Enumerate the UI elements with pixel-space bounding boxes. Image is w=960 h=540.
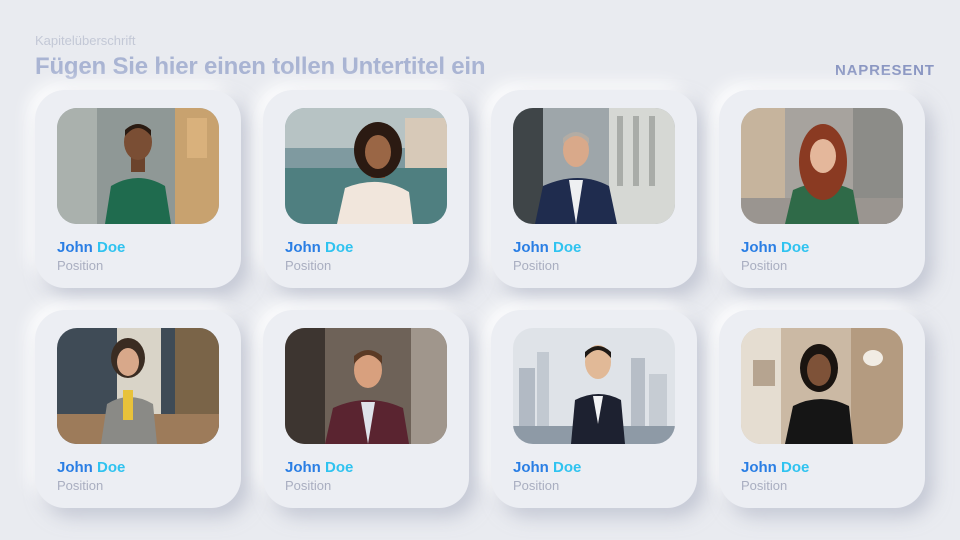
- team-card: John Doe Position: [263, 90, 469, 288]
- member-name: John Doe: [57, 239, 126, 256]
- team-card: John Doe Position: [35, 310, 241, 508]
- portrait-photo: [57, 108, 219, 224]
- member-name: John Doe: [513, 459, 582, 476]
- member-position: Position: [513, 258, 560, 273]
- member-position: Position: [285, 478, 332, 493]
- page-title: Fügen Sie hier einen tollen Untertitel e…: [35, 53, 486, 80]
- portrait-photo: [285, 108, 447, 224]
- chapter-heading: Kapitelüberschrift: [35, 33, 136, 48]
- team-card: John Doe Position: [719, 90, 925, 288]
- member-name: John Doe: [513, 239, 582, 256]
- portrait-photo: [513, 328, 675, 444]
- member-position: Position: [741, 478, 788, 493]
- member-name: John Doe: [285, 459, 354, 476]
- team-card: John Doe Position: [263, 310, 469, 508]
- member-name: John Doe: [741, 239, 810, 256]
- member-position: Position: [285, 258, 332, 273]
- portrait-photo: [57, 328, 219, 444]
- team-card: John Doe Position: [719, 310, 925, 508]
- member-position: Position: [57, 258, 104, 273]
- member-name: John Doe: [57, 459, 126, 476]
- portrait-photo: [513, 108, 675, 224]
- member-position: Position: [513, 478, 560, 493]
- member-position: Position: [741, 258, 788, 273]
- team-card: John Doe Position: [35, 90, 241, 288]
- member-name: John Doe: [741, 459, 810, 476]
- portrait-photo: [285, 328, 447, 444]
- brand-logo: NAPRESENT: [835, 62, 935, 79]
- team-card: John Doe Position: [491, 310, 697, 508]
- member-position: Position: [57, 478, 104, 493]
- team-card: John Doe Position: [491, 90, 697, 288]
- portrait-photo: [741, 108, 903, 224]
- portrait-photo: [741, 328, 903, 444]
- member-name: John Doe: [285, 239, 354, 256]
